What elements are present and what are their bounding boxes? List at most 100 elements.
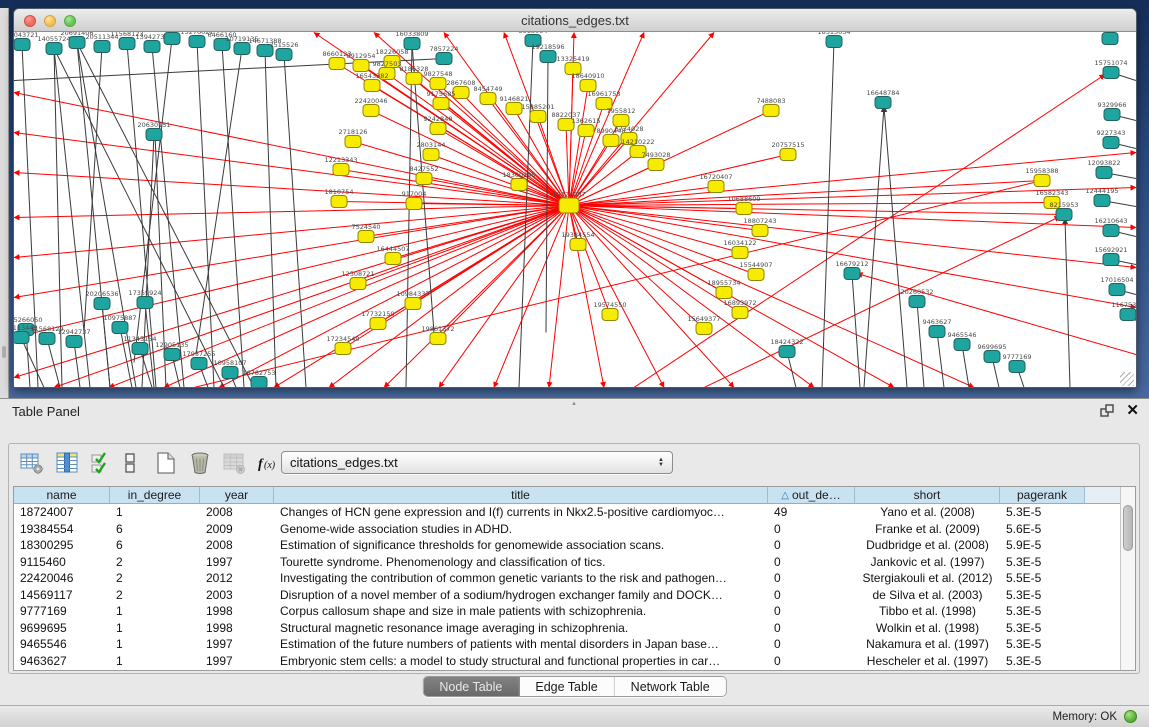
- graph-node[interactable]: [732, 307, 748, 319]
- column-header[interactable]: title: [274, 487, 768, 504]
- graph-node[interactable]: [1103, 137, 1119, 149]
- graph-node[interactable]: [696, 323, 712, 335]
- scrollbar-thumb[interactable]: [1123, 505, 1133, 551]
- delete-icon[interactable]: [187, 450, 213, 476]
- graph-node[interactable]: [137, 297, 153, 309]
- table-row[interactable]: 911546021997Tourette syndrome. Phenomeno…: [14, 554, 1135, 571]
- graph-node[interactable]: [333, 164, 349, 176]
- graph-node[interactable]: [69, 37, 85, 49]
- graph-node[interactable]: [94, 298, 110, 310]
- graph-node[interactable]: [94, 41, 110, 53]
- table-row[interactable]: 977716911998Corpus callosum shape and si…: [14, 603, 1135, 620]
- table-row[interactable]: 969969511998Structural magnetic resonanc…: [14, 620, 1135, 637]
- graph-node[interactable]: [708, 181, 724, 193]
- graph-node[interactable]: [331, 196, 347, 208]
- graph-node[interactable]: [191, 358, 207, 370]
- table-row[interactable]: 1830029562008Estimation of significance …: [14, 537, 1135, 554]
- graph-node[interactable]: [416, 173, 432, 185]
- graph-node[interactable]: [430, 333, 446, 345]
- graph-node[interactable]: [1094, 195, 1110, 207]
- network-canvas[interactable]: 8660123891295418226058982750316543382224…: [14, 32, 1136, 388]
- graph-node[interactable]: [780, 149, 796, 161]
- graph-node[interactable]: [119, 38, 135, 50]
- table-row[interactable]: 946554611997Estimation of the future num…: [14, 636, 1135, 653]
- graph-node[interactable]: [364, 80, 380, 92]
- graph-node[interactable]: [329, 58, 345, 70]
- close-panel-icon[interactable]: ✕: [1126, 403, 1139, 418]
- graph-node[interactable]: [578, 125, 594, 137]
- tab-edge-table[interactable]: Edge Table: [519, 677, 614, 696]
- graph-node[interactable]: [404, 38, 420, 50]
- graph-node[interactable]: [1103, 254, 1119, 266]
- graph-node[interactable]: [66, 336, 82, 348]
- row-height-icon[interactable]: [121, 450, 147, 476]
- column-header[interactable]: name: [14, 487, 110, 504]
- table-row[interactable]: 1456911722003Disruption of a novel membe…: [14, 587, 1135, 604]
- table-scrollbar[interactable]: [1120, 487, 1135, 670]
- new-file-icon[interactable]: [153, 450, 179, 476]
- tab-node-table[interactable]: Node Table: [423, 677, 519, 696]
- graph-node[interactable]: [353, 60, 369, 72]
- table-row[interactable]: 2242004622012Investigating the contribut…: [14, 570, 1135, 587]
- float-panel-icon[interactable]: [1100, 404, 1114, 418]
- graph-node[interactable]: [1056, 209, 1072, 221]
- graph-node[interactable]: [144, 41, 160, 53]
- graph-node[interactable]: [559, 198, 579, 213]
- graph-node[interactable]: [1109, 284, 1125, 296]
- table-row[interactable]: 946362711997Embryonic stem cells: a mode…: [14, 653, 1135, 670]
- column-header[interactable]: △out_de…: [768, 487, 855, 504]
- graph-node[interactable]: [984, 351, 1000, 363]
- graph-node[interactable]: [423, 149, 439, 161]
- graph-node[interactable]: [506, 103, 522, 115]
- graph-node[interactable]: [540, 51, 556, 63]
- network-window[interactable]: citations_edges.txt 86601238912954182260…: [13, 8, 1137, 388]
- graph-node[interactable]: [164, 33, 180, 45]
- column-header[interactable]: short: [855, 487, 1000, 504]
- graph-node[interactable]: [39, 333, 55, 345]
- graph-node[interactable]: [345, 136, 361, 148]
- graph-node[interactable]: [1104, 109, 1120, 121]
- column-header[interactable]: in_degree: [110, 487, 200, 504]
- graph-node[interactable]: [350, 278, 366, 290]
- graph-node[interactable]: [251, 377, 267, 389]
- graph-node[interactable]: [1096, 167, 1112, 179]
- graph-node[interactable]: [370, 318, 386, 330]
- graph-node[interactable]: [1034, 175, 1050, 187]
- graph-node[interactable]: [716, 287, 732, 299]
- graph-node[interactable]: [909, 296, 925, 308]
- graph-node[interactable]: [732, 247, 748, 259]
- graph-node[interactable]: [406, 198, 422, 210]
- graph-node[interactable]: [648, 159, 664, 171]
- splitter-grip[interactable]: [2, 346, 6, 358]
- show-columns-icon[interactable]: [54, 450, 80, 476]
- graph-node[interactable]: [14, 39, 30, 51]
- graph-node[interactable]: [164, 349, 180, 361]
- graph-node[interactable]: [46, 43, 62, 55]
- table-source-select[interactable]: citations_edges.txt ▲▼: [281, 451, 673, 474]
- graph-node[interactable]: [363, 105, 379, 117]
- graph-node[interactable]: [358, 231, 374, 243]
- graph-node[interactable]: [406, 73, 422, 85]
- delete-table-icon[interactable]: [221, 450, 247, 476]
- graph-node[interactable]: [954, 339, 970, 351]
- graph-node[interactable]: [132, 343, 148, 355]
- graph-node[interactable]: [763, 105, 779, 117]
- graph-node[interactable]: [1009, 361, 1025, 373]
- graph-node[interactable]: [335, 343, 351, 355]
- graph-node[interactable]: [875, 97, 891, 109]
- table-row[interactable]: 1938455462009Genome-wide association stu…: [14, 521, 1135, 538]
- graph-node[interactable]: [436, 53, 452, 65]
- graph-node[interactable]: [613, 115, 629, 127]
- graph-node[interactable]: [222, 367, 238, 379]
- graph-node[interactable]: [433, 98, 449, 110]
- table-settings-icon[interactable]: [19, 450, 45, 476]
- graph-node[interactable]: [1103, 67, 1119, 79]
- graph-node[interactable]: [752, 225, 768, 237]
- graph-node[interactable]: [748, 269, 764, 281]
- graph-node[interactable]: [405, 298, 421, 310]
- network-window-titlebar[interactable]: citations_edges.txt: [14, 9, 1136, 32]
- tab-network-table[interactable]: Network Table: [615, 677, 726, 696]
- graph-node[interactable]: [602, 309, 618, 321]
- graph-node[interactable]: [189, 36, 205, 48]
- graph-node[interactable]: [276, 49, 292, 61]
